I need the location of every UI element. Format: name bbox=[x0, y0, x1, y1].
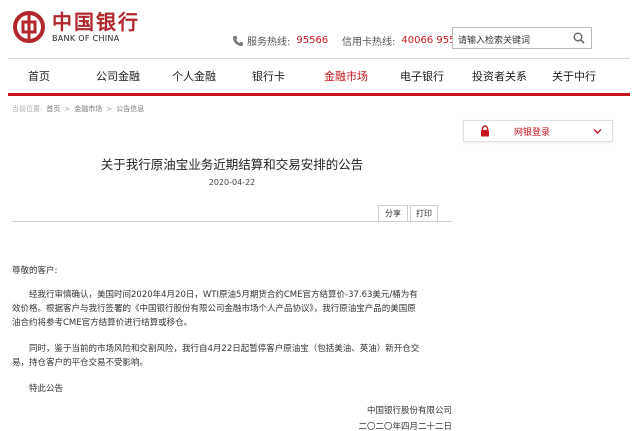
print-button[interactable]: 打印 bbox=[410, 205, 438, 222]
service-hotline-label: 服务热线: bbox=[247, 37, 291, 48]
nav-item-cards[interactable]: 银行卡 bbox=[252, 61, 285, 93]
search-input[interactable] bbox=[453, 31, 565, 51]
breadcrumb-financial-markets[interactable]: 金融市场 bbox=[74, 104, 102, 114]
search-icon[interactable] bbox=[573, 32, 585, 44]
paragraph-line: 效价格。根据客户与我行签署的《中国银行股份有限公司金融市场个人产品协议》，我行原… bbox=[12, 304, 416, 314]
greeting: 尊敬的客户: bbox=[12, 266, 58, 276]
search-box bbox=[452, 27, 592, 51]
online-banking-login[interactable]: 网银登录 bbox=[463, 120, 613, 142]
breadcrumb-separator: > bbox=[64, 105, 71, 113]
nav-top-divider bbox=[8, 58, 630, 59]
credit-hotline-label: 信用卡热线: bbox=[342, 37, 396, 48]
bank-of-china-logo-icon bbox=[13, 11, 45, 43]
signature: 中国银行股份有限公司 bbox=[366, 406, 452, 416]
sign-date: 二〇二〇年四月二十二日 bbox=[358, 422, 452, 431]
paragraph-line: 易，持仓客户的平仓交易不受影响。 bbox=[12, 358, 149, 368]
paragraph-line: 经我行审慎确认，美国时间2020年4月20日，WTI原油5月期货合约CME官方结… bbox=[29, 290, 418, 300]
phone-icon bbox=[233, 35, 243, 46]
brand-name-en: BANK OF CHINA bbox=[52, 34, 120, 43]
closing-text: 特此公告 bbox=[29, 384, 64, 394]
service-hotline: 服务热线: 95566 bbox=[232, 33, 328, 48]
nav-item-investor-relations[interactable]: 投资者关系 bbox=[472, 61, 527, 93]
breadcrumb-lead: 当前位置: bbox=[12, 105, 43, 113]
article-date: 2020-04-22 bbox=[208, 178, 256, 187]
main-nav: 首页 公司金融 个人金融 银行卡 金融市场 电子银行 投资者关系 关于中行 bbox=[8, 61, 630, 93]
breadcrumb-home[interactable]: 首页 bbox=[46, 104, 60, 114]
nav-item-about[interactable]: 关于中行 bbox=[552, 61, 596, 93]
chevron-down-icon[interactable] bbox=[593, 127, 602, 136]
breadcrumb-separator: > bbox=[106, 105, 113, 113]
paragraph-line: 油合约将参考CME官方结算价进行结算或移仓。 bbox=[12, 318, 193, 328]
nav-item-financial-markets[interactable]: 金融市场 bbox=[324, 61, 368, 93]
lock-icon bbox=[481, 125, 489, 137]
nav-item-personal[interactable]: 个人金融 bbox=[172, 61, 216, 93]
nav-item-corporate[interactable]: 公司金融 bbox=[96, 61, 140, 93]
bank-logo[interactable]: 中国银行 BANK OF CHINA bbox=[12, 10, 140, 44]
article-divider bbox=[12, 221, 452, 222]
breadcrumb-notices[interactable]: 公告信息 bbox=[116, 104, 144, 114]
nav-item-home[interactable]: 首页 bbox=[28, 61, 50, 93]
credit-hotline: 信用卡热线: 40066 95566 bbox=[342, 33, 468, 48]
nav-underline bbox=[8, 93, 630, 96]
share-button[interactable]: 分享 bbox=[378, 205, 408, 222]
breadcrumb: 当前位置: 首页 > 金融市场 > 公告信息 bbox=[12, 104, 144, 114]
service-hotline-number: 95566 bbox=[296, 35, 329, 46]
nav-item-e-banking[interactable]: 电子银行 bbox=[400, 61, 444, 93]
paragraph-line: 同时，鉴于当前的市场风险和交割风险，我行自4月22日起暂停客户原油宝（包括美油、… bbox=[29, 344, 420, 354]
brand-name-cn: 中国银行 bbox=[52, 10, 140, 34]
login-label: 网银登录 bbox=[514, 127, 551, 138]
article-title: 关于我行原油宝业务近期结算和交易安排的公告 bbox=[100, 157, 364, 172]
